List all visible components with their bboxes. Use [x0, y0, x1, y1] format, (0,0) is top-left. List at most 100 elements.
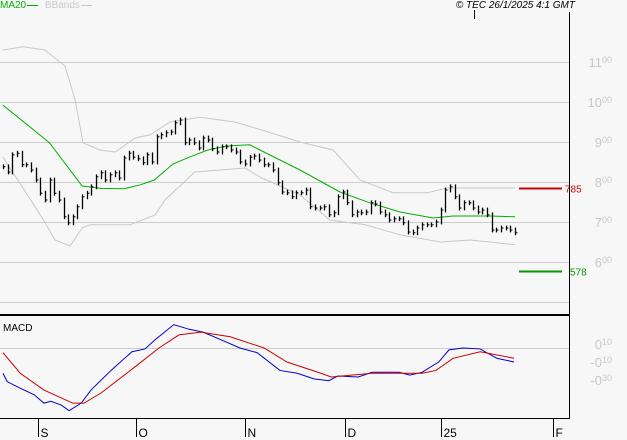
- price-bar: [272, 162, 276, 173]
- level-label-578: 578: [570, 268, 587, 279]
- price-bar: [495, 227, 499, 233]
- y-tick-label: 800: [595, 175, 612, 190]
- price-bar: [244, 159, 248, 167]
- price-bar: [295, 190, 299, 200]
- price-bar: [416, 225, 420, 236]
- price-bar: [384, 209, 388, 218]
- x-tick-label: O: [139, 426, 148, 440]
- macd-y-tick-label: 010: [595, 337, 612, 352]
- price-bar: [472, 200, 476, 211]
- signal-line: [2, 331, 515, 404]
- price-bar: [100, 170, 104, 180]
- price-bar: [309, 187, 313, 210]
- price-bar: [86, 190, 90, 200]
- chart-canvas: 785 578 MACD S O N D 25 F 1100 1000 900 800 700 600…: [0, 10, 612, 440]
- x-tick-label: F: [556, 426, 563, 440]
- frame: MACD: [0, 10, 570, 419]
- price-bar: [435, 219, 439, 228]
- price-bar: [90, 184, 94, 196]
- price-bar: [235, 147, 239, 155]
- price-bar: [253, 153, 257, 160]
- price-bar: [351, 200, 355, 218]
- price-bar: [165, 130, 169, 138]
- price-bar: [444, 187, 448, 213]
- price-bar: [118, 170, 122, 181]
- price-bar: [319, 205, 323, 211]
- price-bar: [67, 214, 71, 226]
- bb-upper-line: [2, 46, 516, 194]
- price-bar: [39, 177, 43, 196]
- price-bar: [509, 225, 513, 233]
- price-bar: [95, 174, 99, 190]
- price-bar: [193, 137, 197, 146]
- price-bar: [81, 194, 85, 210]
- price-bar: [188, 137, 192, 146]
- y-tick-label: 1000: [588, 95, 612, 110]
- macd-line: [2, 324, 515, 412]
- y-tick-label: 900: [595, 135, 612, 150]
- price-bar: [35, 167, 39, 183]
- price-bar: [30, 162, 34, 173]
- x-tick-label: N: [248, 426, 257, 440]
- y-tick-label: 600: [595, 255, 612, 270]
- price-bar: [421, 222, 425, 231]
- macd-title: MACD: [3, 323, 32, 334]
- price-bar: [323, 204, 327, 211]
- price-bar: [132, 150, 136, 160]
- price-bar: [7, 164, 11, 175]
- macd-y-tick-label: -010: [590, 355, 612, 370]
- price-bar: [146, 152, 150, 166]
- price-bar: [104, 170, 108, 183]
- price-bar: [430, 222, 434, 228]
- price-bar: [477, 205, 481, 215]
- price-bar: [402, 216, 406, 226]
- x-tick-label: S: [41, 426, 49, 440]
- grid: [0, 62, 569, 349]
- levels: 785 578: [519, 185, 587, 279]
- price-bar: [300, 190, 304, 196]
- price-bar: [481, 207, 485, 215]
- price-bar: [58, 190, 62, 203]
- macd-panel: [2, 324, 515, 412]
- price-bar: [174, 120, 178, 135]
- bb-lower-line: [2, 156, 516, 247]
- price-bar: [25, 162, 29, 168]
- price-bar: [21, 150, 25, 168]
- price-bar: [2, 164, 6, 170]
- price-bar: [426, 222, 430, 228]
- macd-y-tick-label: -030: [590, 373, 612, 388]
- x-axis-ticks: S O N D 25 F: [38, 419, 563, 440]
- price-bar: [440, 207, 444, 225]
- price-bar: [53, 177, 57, 196]
- price-bar: [356, 209, 360, 218]
- price-bar: [388, 212, 392, 223]
- price-bar: [305, 187, 309, 196]
- price-bar: [179, 117, 183, 126]
- price-bar: [370, 200, 374, 215]
- price-bar: [514, 227, 518, 236]
- price-bar: [277, 167, 281, 186]
- price-bar: [365, 209, 369, 216]
- price-bar: [160, 132, 164, 140]
- price-bar: [412, 229, 416, 236]
- price-bar: [379, 201, 383, 215]
- price-bar: [398, 216, 402, 222]
- price-bar: [249, 154, 253, 167]
- price-bar: [16, 150, 20, 158]
- price-bar: [170, 129, 174, 136]
- x-tick-label: D: [348, 426, 357, 440]
- price-bar: [11, 152, 15, 175]
- price-bar: [109, 172, 113, 183]
- level-label-785: 785: [565, 185, 582, 196]
- price-bar: [346, 189, 350, 206]
- price-bar: [393, 216, 397, 223]
- price-bar: [128, 150, 132, 161]
- price-bar: [44, 190, 48, 203]
- price-bar: [76, 204, 80, 220]
- price-bar: [454, 184, 458, 200]
- price-bar: [142, 156, 146, 166]
- price-bar: [500, 225, 504, 233]
- price-bar: [328, 204, 332, 218]
- price-bar: [137, 154, 141, 162]
- price-bar: [225, 144, 229, 150]
